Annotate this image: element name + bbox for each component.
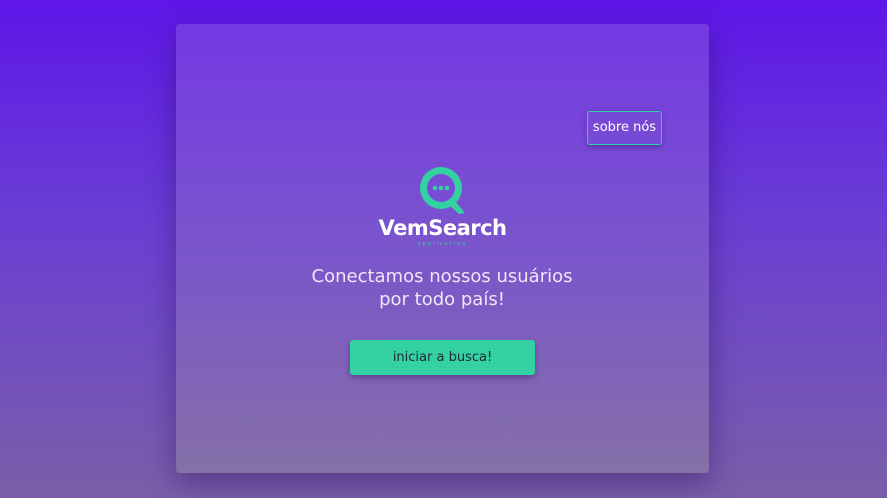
hero-line-1: Conectamos nossos usuários	[311, 266, 573, 287]
start-search-button[interactable]: iniciar a busca!	[350, 340, 535, 375]
hero-line-2: por todo país!	[379, 289, 505, 310]
about-button[interactable]: sobre nós	[587, 111, 662, 145]
brand-name: VemSearch	[378, 216, 507, 240]
search-chat-icon	[415, 164, 471, 216]
brand-subtitle: application	[417, 241, 468, 247]
hero-tagline: Conectamos nossos usuários por todo país…	[292, 265, 592, 311]
main-card: sobre nós VemSearch application Conectam…	[176, 24, 709, 473]
